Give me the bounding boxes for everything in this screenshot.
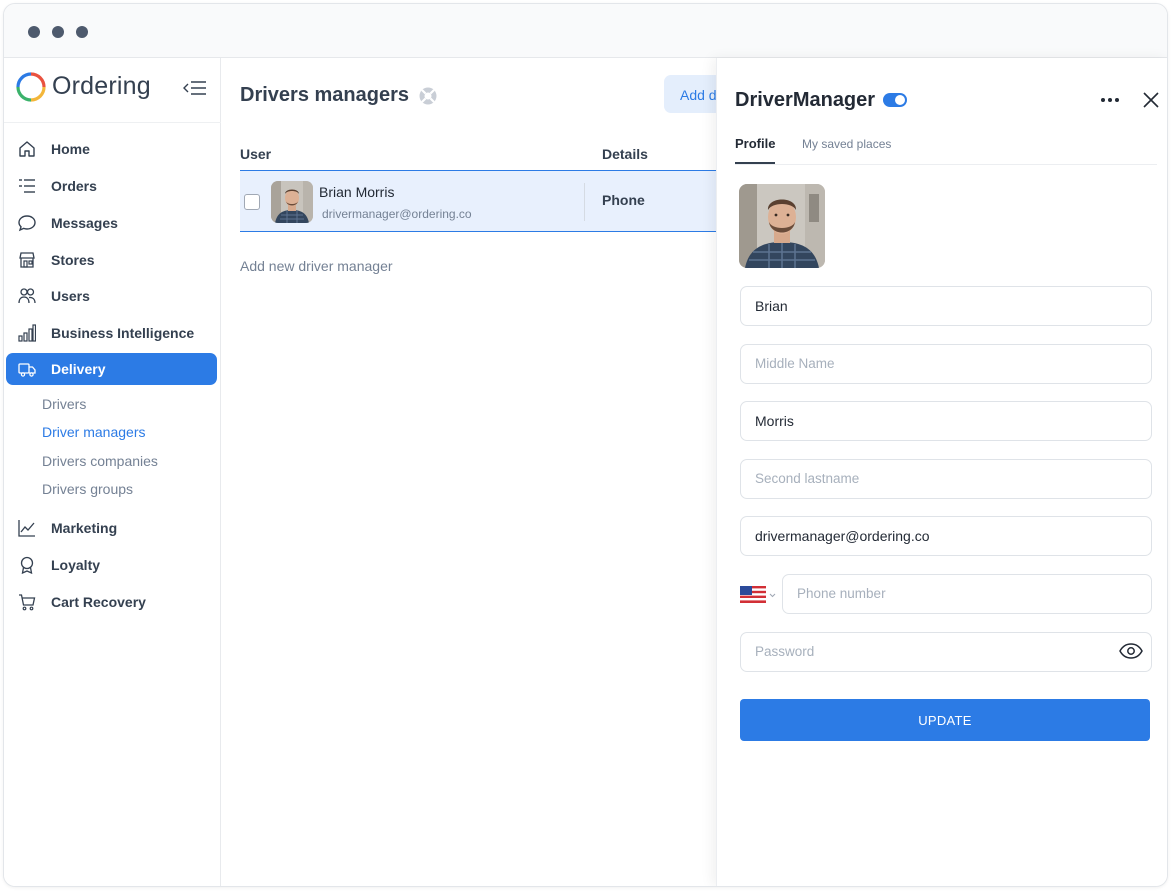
tab-my-saved-places[interactable]: My saved places	[802, 137, 891, 151]
store-icon	[19, 252, 35, 268]
row-checkbox[interactable]	[244, 194, 260, 210]
column-header-user[interactable]: User	[240, 146, 271, 162]
row-detail-phone: Phone	[602, 192, 645, 208]
app-window: Ordering Home Orders Messages Stores Use…	[3, 3, 1168, 887]
window-titlebar	[4, 4, 1167, 58]
main-content: Drivers managers Add driver manager User…	[222, 58, 734, 886]
window-dot-close[interactable]	[28, 26, 40, 38]
collapse-sidebar-icon[interactable]	[182, 78, 208, 98]
window-dot-maximize[interactable]	[76, 26, 88, 38]
row-user-name: Brian Morris	[319, 184, 395, 200]
sidebar-item-label: Delivery	[51, 361, 106, 377]
help-lifebuoy-icon[interactable]	[418, 86, 438, 106]
sidebar-item-marketing[interactable]: Marketing	[6, 512, 217, 544]
sidebar-item-label: Stores	[51, 252, 95, 268]
sidebar-subitem-drivers[interactable]: Drivers	[42, 396, 86, 412]
driver-manager-panel: DriverManager Profile My saved places Br…	[716, 58, 1167, 886]
sidebar-item-home[interactable]: Home	[6, 133, 217, 165]
sidebar-item-orders[interactable]: Orders	[6, 170, 217, 202]
row-user-email: drivermanager@ordering.co	[322, 207, 472, 221]
sidebar-item-label: Home	[51, 141, 90, 157]
award-icon	[20, 556, 34, 574]
sidebar: Ordering Home Orders Messages Stores Use…	[4, 58, 221, 886]
more-options-icon[interactable]	[1099, 96, 1121, 104]
first-name-field[interactable]: Brian	[740, 286, 1152, 326]
column-header-details[interactable]: Details	[602, 146, 648, 162]
sidebar-item-delivery[interactable]: Delivery	[6, 353, 217, 385]
second-lastname-field[interactable]: Second lastname	[740, 459, 1152, 499]
phone-number-field[interactable]: Phone number	[782, 574, 1152, 614]
app-name: Ordering	[52, 72, 151, 100]
active-toggle[interactable]	[883, 93, 907, 107]
bar-chart-icon	[18, 324, 36, 342]
orders-list-icon	[19, 179, 35, 193]
sidebar-item-label: Messages	[51, 215, 118, 231]
sidebar-subitem-drivers-companies[interactable]: Drivers companies	[42, 453, 158, 469]
table-row[interactable]: Brian Morris drivermanager@ordering.co P…	[240, 170, 720, 232]
sidebar-subitem-driver-managers[interactable]: Driver managers	[42, 424, 145, 440]
show-password-eye-icon[interactable]	[1119, 643, 1143, 659]
panel-title: DriverManager	[735, 89, 876, 111]
sidebar-item-loyalty[interactable]: Loyalty	[6, 549, 217, 581]
sidebar-subitem-drivers-groups[interactable]: Drivers groups	[42, 481, 133, 497]
us-flag-country-select-icon[interactable]	[740, 585, 780, 605]
sidebar-item-cart-recovery[interactable]: Cart Recovery	[6, 586, 217, 618]
sidebar-item-users[interactable]: Users	[6, 280, 217, 312]
middle-name-field[interactable]: Middle Name	[740, 344, 1152, 384]
home-icon	[19, 141, 35, 157]
sidebar-item-business-intelligence[interactable]: Business Intelligence	[6, 317, 217, 349]
sidebar-item-label: Users	[51, 288, 90, 304]
sidebar-item-messages[interactable]: Messages	[6, 207, 217, 239]
profile-photo[interactable]	[739, 184, 825, 268]
email-field[interactable]: drivermanager@ordering.co	[740, 516, 1152, 556]
cart-icon	[19, 594, 36, 611]
password-field[interactable]: Password	[740, 632, 1152, 672]
user-avatar	[271, 181, 313, 223]
truck-icon	[18, 363, 36, 377]
ordering-logo-icon	[16, 72, 46, 102]
sidebar-item-label: Marketing	[51, 520, 118, 536]
sidebar-item-label: Orders	[51, 178, 97, 194]
last-name-field[interactable]: Morris	[740, 401, 1152, 441]
sidebar-item-label: Loyalty	[51, 557, 101, 573]
users-icon	[18, 288, 36, 304]
add-new-driver-manager-link[interactable]: Add new driver manager	[240, 258, 393, 274]
sidebar-item-stores[interactable]: Stores	[6, 244, 217, 276]
chat-bubble-icon	[18, 215, 36, 232]
page-title: Drivers managers	[240, 84, 409, 106]
line-chart-icon	[18, 520, 35, 537]
sidebar-item-label: Business Intelligence	[51, 325, 195, 341]
sidebar-item-label: Cart Recovery	[51, 594, 146, 610]
update-button[interactable]: UPDATE	[740, 699, 1150, 741]
close-icon[interactable]	[1143, 92, 1159, 108]
window-dot-minimize[interactable]	[52, 26, 64, 38]
logo-row: Ordering	[4, 58, 221, 123]
tabs-divider	[735, 164, 1157, 165]
tab-profile[interactable]: Profile	[735, 136, 775, 151]
row-divider	[584, 183, 585, 221]
